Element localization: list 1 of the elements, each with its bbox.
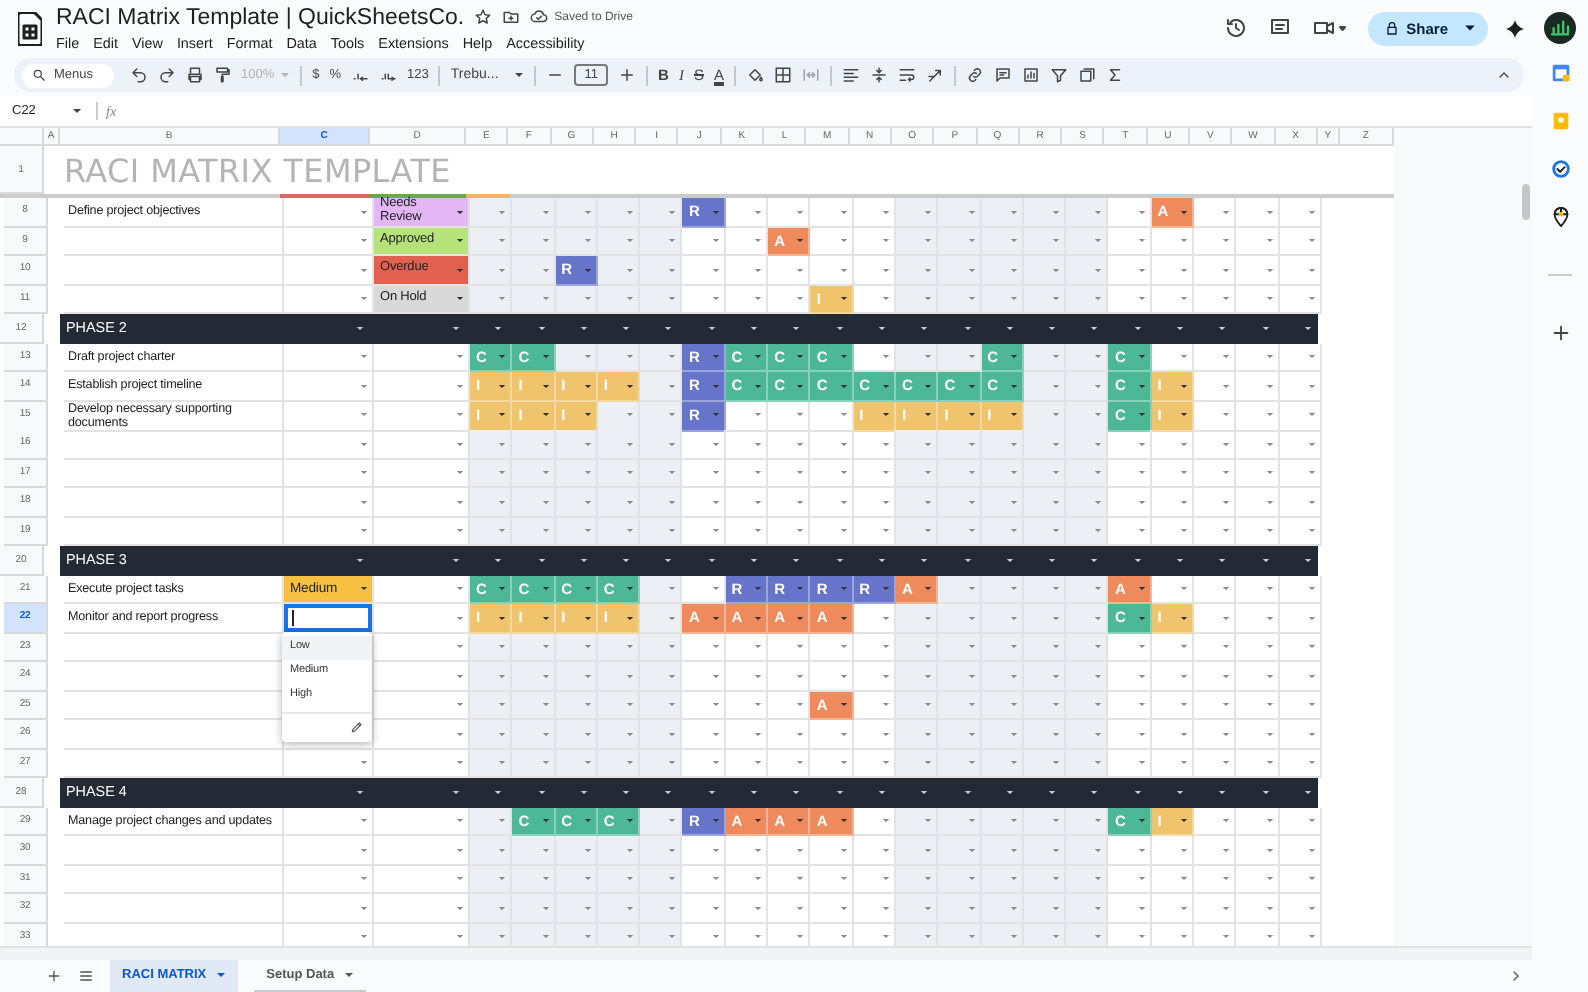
- sheet-title: RACI MATRIX TEMPLATE: [62, 149, 453, 193]
